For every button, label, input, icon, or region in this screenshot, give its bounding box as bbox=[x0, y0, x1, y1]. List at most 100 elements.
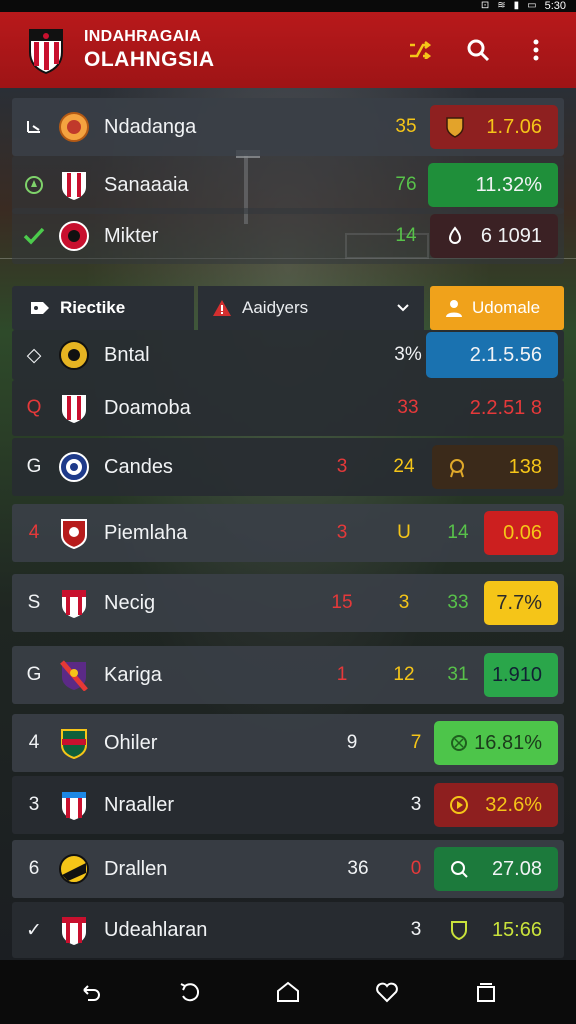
team-row[interactable]: 3 Nraaller 3 32.6% bbox=[12, 776, 564, 834]
stat-col-3: 33 bbox=[447, 592, 469, 613]
value-chip[interactable]: 11.32% bbox=[428, 163, 558, 207]
value-text: 1.7.06 bbox=[486, 115, 542, 138]
chevron-down-icon bbox=[397, 304, 409, 312]
stat-col-1: 1 bbox=[336, 664, 348, 685]
shield-outline-icon bbox=[451, 921, 467, 941]
value-text: 6 1091 bbox=[480, 224, 542, 247]
stat-col-2: 3 bbox=[410, 794, 422, 815]
team-crest bbox=[59, 112, 89, 142]
recents-button[interactable] bbox=[464, 970, 508, 1014]
app-title-line2: OLAHNGSIA bbox=[84, 48, 215, 71]
search-button[interactable] bbox=[458, 30, 498, 70]
undo-icon bbox=[180, 983, 199, 1002]
search-badge-icon bbox=[451, 861, 468, 878]
recents-icon bbox=[477, 983, 496, 1002]
value-text: 1.910 bbox=[491, 663, 542, 686]
row-rank: 3 bbox=[28, 794, 40, 815]
undo-button[interactable] bbox=[167, 970, 211, 1014]
value-chip[interactable]: 16.81% bbox=[434, 721, 558, 765]
update-button-label: Udomale bbox=[472, 298, 541, 317]
row-rank: 4 bbox=[28, 522, 40, 543]
row-rank: Q bbox=[26, 397, 42, 418]
value-text: 16.81% bbox=[474, 731, 542, 754]
cursor-icon bbox=[12, 118, 56, 136]
row-rank: ◇ bbox=[26, 344, 42, 366]
team-row[interactable]: Mikter 14 6 1091 bbox=[12, 208, 564, 264]
value-chip[interactable]: 2.1.5.56 bbox=[426, 332, 558, 378]
home-button[interactable] bbox=[266, 970, 310, 1014]
row-rank: S bbox=[27, 592, 41, 613]
value-chip[interactable]: 32.6% bbox=[434, 783, 558, 827]
value-chip[interactable]: 1.7.06 bbox=[430, 105, 558, 149]
stat-col-3: 31 bbox=[447, 664, 469, 685]
value-chip[interactable]: 2.2.51 8 bbox=[426, 386, 558, 430]
team-row[interactable]: G Candes 3 24 138 bbox=[12, 438, 564, 496]
row-rank: G bbox=[26, 664, 42, 685]
more-options-button[interactable] bbox=[516, 30, 556, 70]
stat-col-3: 3% bbox=[394, 344, 422, 365]
signal-icon: ▮ bbox=[513, 0, 520, 11]
value-chip[interactable]: 0.06 bbox=[484, 511, 558, 555]
back-button[interactable] bbox=[68, 970, 112, 1014]
team-name: Ndadanga bbox=[104, 115, 197, 138]
team-row[interactable]: Q Doamoba 33 2.2.51 8 bbox=[12, 380, 564, 436]
value-text: 2.1.5.56 bbox=[469, 343, 542, 366]
value-text: 2.2.51 8 bbox=[469, 396, 542, 419]
alert-icon bbox=[213, 300, 231, 316]
heart-icon bbox=[376, 982, 399, 1003]
value-text: 32.6% bbox=[485, 793, 542, 816]
favorites-button[interactable] bbox=[365, 970, 409, 1014]
value-chip[interactable]: 1.910 bbox=[484, 653, 558, 697]
team-crest bbox=[59, 854, 89, 884]
team-name: Kariga bbox=[104, 663, 162, 686]
team-row[interactable]: Ndadanga 35 1.7.06 bbox=[12, 98, 564, 156]
shuffle-icon bbox=[410, 41, 431, 59]
team-crest bbox=[59, 221, 89, 251]
shield-icon bbox=[446, 117, 464, 138]
team-row[interactable]: G Kariga 1 12 31 1.910 bbox=[12, 646, 564, 704]
stat-col-2: 0 bbox=[410, 858, 422, 879]
value-text: 138 bbox=[508, 455, 542, 478]
filter-tab-label: Riectike bbox=[60, 298, 126, 317]
value-text: 11.32% bbox=[475, 173, 542, 196]
filter-select-value: Aaidyers bbox=[242, 298, 309, 317]
value-chip[interactable]: 6 1091 bbox=[430, 214, 558, 258]
team-name: Necig bbox=[104, 591, 156, 614]
team-row[interactable]: 4 Ohiler 9 7 16.81% bbox=[12, 714, 564, 772]
team-row[interactable]: ✓ Udeahlaran 3 15:66 bbox=[12, 902, 564, 958]
value-chip[interactable]: 7.7% bbox=[484, 581, 558, 625]
stat-col-2: U bbox=[397, 522, 411, 543]
stat-col-3: 14 bbox=[447, 522, 469, 543]
app-title-line1: INDAHRAGAIA bbox=[84, 28, 202, 45]
team-row[interactable]: 4 Piemlaha 3 U 14 0.06 bbox=[12, 504, 564, 562]
value-chip[interactable]: 15:66 bbox=[434, 908, 558, 952]
filter-tab[interactable]: Riectike bbox=[12, 286, 194, 330]
team-row[interactable]: Sanaaaia 76 11.32% bbox=[12, 156, 564, 214]
update-button[interactable]: Udomale bbox=[430, 286, 564, 330]
team-crest bbox=[62, 792, 86, 820]
team-name: Mikter bbox=[104, 224, 159, 247]
team-row[interactable]: 6 Drallen 36 0 27.08 bbox=[12, 840, 564, 898]
team-name: Ohiler bbox=[104, 731, 158, 754]
system-nav-bar bbox=[0, 960, 576, 1024]
team-name: Nraaller bbox=[104, 793, 175, 816]
row-rank: G bbox=[26, 456, 42, 477]
filter-select[interactable]: Aaidyers bbox=[198, 286, 424, 330]
award-icon bbox=[450, 459, 464, 478]
team-row[interactable]: S Necig 15 3 33 7.7% bbox=[12, 574, 564, 632]
status-time: 5:30 bbox=[544, 0, 566, 12]
stat-col-1: 3 bbox=[336, 456, 348, 477]
shuffle-button[interactable] bbox=[400, 30, 440, 70]
battery-icon: ▭ bbox=[527, 0, 537, 11]
status-bar: ⊡ ≋ ▮ ▭ 5:30 bbox=[0, 0, 576, 12]
value-chip[interactable]: 138 bbox=[432, 445, 558, 489]
back-icon bbox=[82, 985, 100, 1001]
badge-icon bbox=[451, 735, 467, 751]
team-row[interactable]: ◇ Bntal 3% 2.1.5.56 bbox=[12, 330, 564, 380]
stat-col-1: 15 bbox=[331, 592, 353, 613]
play-icon bbox=[450, 796, 468, 814]
search-icon bbox=[467, 39, 490, 62]
club-crest-logo bbox=[29, 29, 63, 74]
value-chip[interactable]: 27.08 bbox=[434, 847, 558, 891]
team-name: Piemlaha bbox=[104, 521, 188, 544]
